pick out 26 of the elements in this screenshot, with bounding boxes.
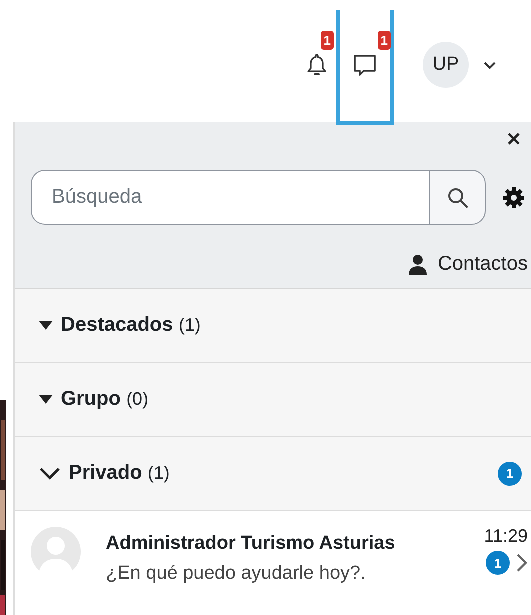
contacts-link[interactable]: Contactos <box>408 253 528 276</box>
message-count: 1 <box>378 30 391 50</box>
close-icon <box>507 132 521 146</box>
caret-down-icon <box>39 321 53 330</box>
chat-bubble-icon <box>352 52 378 78</box>
message-time: 11:29 <box>484 526 528 547</box>
chevron-right-icon <box>516 553 528 573</box>
bell-icon <box>306 53 328 77</box>
unread-count: 1 <box>498 462 522 486</box>
search-field[interactable]: Búsqueda <box>31 170 429 225</box>
section-header[interactable]: Destacados (1) <box>15 289 531 363</box>
notification-count: 1 <box>320 31 334 50</box>
chevron-down-icon[interactable] <box>483 61 497 71</box>
user-avatar[interactable]: UP <box>423 42 469 88</box>
caret-down-icon <box>39 395 53 404</box>
settings-icon[interactable] <box>502 186 526 210</box>
message-preview: ¿En qué puedo ayudarle hoy?. <box>106 563 367 585</box>
contact-name: Administrador Turismo Asturias <box>106 533 396 555</box>
person-icon <box>408 254 428 276</box>
search-button[interactable] <box>429 170 486 225</box>
notifications-button[interactable]: 1 <box>300 31 334 85</box>
search-icon <box>446 186 468 208</box>
chevron-down-icon <box>39 466 61 480</box>
section-header[interactable]: Grupo (0) <box>15 363 531 437</box>
unread-count: 1 <box>486 551 510 575</box>
conversation-item[interactable]: Administrador Turismo Asturias ¿En qué puedo ayudarle hoy?. 11:29 1 <box>15 511 531 615</box>
